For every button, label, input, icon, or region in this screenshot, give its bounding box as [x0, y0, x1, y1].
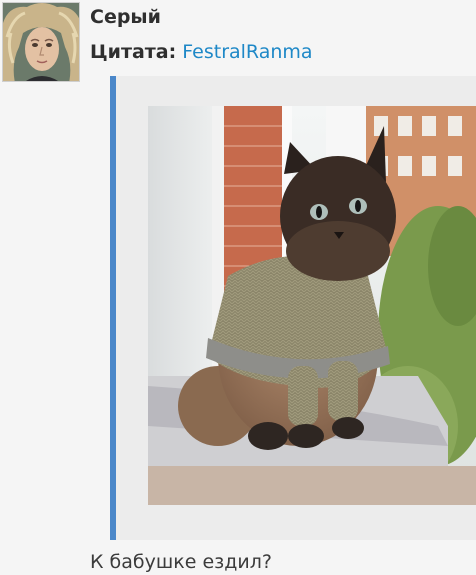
forum-post: Серый Цитата: FestralRanma К бабушке езд…	[0, 0, 476, 575]
quote-label: Цитата:	[90, 41, 177, 63]
avatar[interactable]	[2, 2, 80, 82]
reply-text: К бабушке ездил?	[90, 551, 272, 573]
quote-header: Цитата: FestralRanma	[90, 41, 313, 63]
quoted-photo[interactable]	[148, 106, 476, 505]
quote-author-link[interactable]: FestralRanma	[182, 41, 312, 63]
username[interactable]: Серый	[90, 6, 161, 28]
